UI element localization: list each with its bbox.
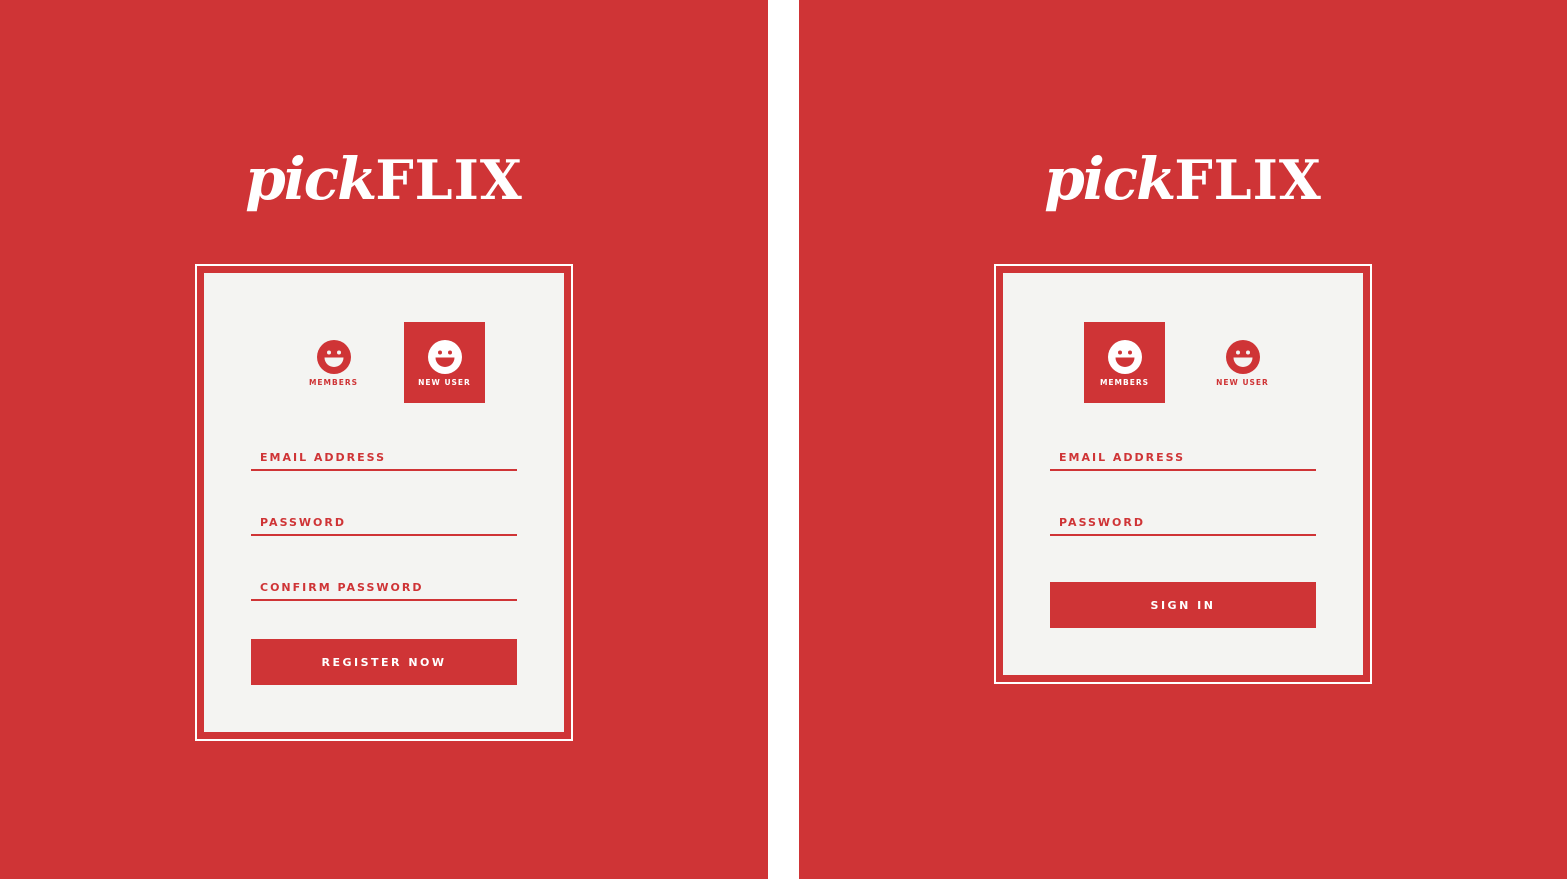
logo-script-text: pick	[245, 145, 377, 213]
tab-new-user-label: NEW USER	[1216, 378, 1269, 387]
sign-in-button[interactable]: SIGN IN	[1050, 582, 1316, 628]
tab-members[interactable]: MEMBERS	[1084, 322, 1165, 403]
signin-card-frame: MEMBERS NEW USER SIGN IN	[994, 264, 1372, 684]
pickflix-logo: pickFLIX	[0, 150, 768, 208]
confirm-password-field[interactable]	[251, 575, 517, 601]
password-field[interactable]	[251, 510, 517, 536]
register-now-button[interactable]: REGISTER NOW	[251, 639, 517, 685]
tab-members[interactable]: MEMBERS	[293, 322, 374, 403]
email-input[interactable]	[1050, 445, 1316, 469]
pickflix-logo: pickFLIX	[799, 150, 1567, 208]
register-screen: pickFLIX MEMBERS NEW USER EMAIL ADDRESS …	[0, 0, 768, 879]
tab-members-label: MEMBERS	[308, 378, 359, 387]
tab-new-user-label: NEW USER	[418, 378, 471, 387]
logo-script-text: pick	[1044, 145, 1176, 213]
logo-block-text: FLIX	[375, 148, 523, 212]
logo-block-text: FLIX	[1174, 148, 1322, 212]
register-card-frame: MEMBERS NEW USER REGISTER NOW	[195, 264, 573, 741]
tab-new-user[interactable]: NEW USER	[404, 322, 485, 403]
smiley-icon	[427, 340, 462, 374]
register-card: MEMBERS NEW USER REGISTER NOW	[204, 273, 564, 732]
smiley-icon	[1225, 340, 1260, 374]
email-field[interactable]	[1050, 445, 1316, 471]
signin-screen: pickFLIX MEMBERS NEW USER EMAIL ADDRESS …	[799, 0, 1567, 879]
password-input[interactable]	[1050, 510, 1316, 534]
tab-members-label: MEMBERS	[1099, 378, 1150, 387]
email-field[interactable]	[251, 445, 517, 471]
smiley-icon	[1107, 340, 1142, 374]
smiley-icon	[316, 340, 351, 374]
confirm-password-input[interactable]	[251, 575, 517, 599]
tab-new-user[interactable]: NEW USER	[1202, 322, 1283, 403]
email-input[interactable]	[251, 445, 517, 469]
password-field[interactable]	[1050, 510, 1316, 536]
signin-card: MEMBERS NEW USER SIGN IN	[1003, 273, 1363, 675]
password-input[interactable]	[251, 510, 517, 534]
